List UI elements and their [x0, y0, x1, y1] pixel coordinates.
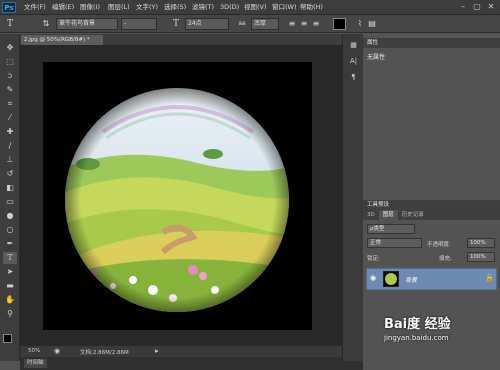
opacity-input[interactable]: 100%: [467, 238, 495, 248]
warp-text-icon[interactable]: ⌇: [354, 18, 366, 30]
clone-stamp-tool-icon[interactable]: ⊥: [3, 154, 17, 166]
font-size-icon: T: [172, 19, 179, 29]
watermark-cn: 经验: [424, 317, 451, 332]
layers-tabs: 3D 图层 历史记录: [363, 210, 500, 220]
timeline-tab[interactable]: 时间轴: [24, 359, 47, 368]
status-arrow-icon[interactable]: ▸: [155, 347, 159, 355]
text-color-swatch[interactable]: [333, 18, 346, 30]
layer-thumbnail: [383, 271, 399, 287]
options-bar: T ⇅ 革牛花鸟背景 - T 24点 aa 浑厚 ≡ ≡ ≡ ⌇ ▤: [0, 15, 500, 33]
blend-mode-select[interactable]: 正常: [367, 238, 422, 248]
dodge-tool-icon[interactable]: ○: [3, 224, 17, 236]
layer-row-background[interactable]: ◉ 背景 🔒: [366, 268, 497, 290]
gradient-tool-icon[interactable]: ▭: [3, 196, 17, 208]
lock-label: 锁定:: [367, 256, 380, 262]
layer-kind-filter[interactable]: ρ类型: [367, 224, 415, 234]
minimize-button[interactable]: –: [458, 2, 468, 12]
type-tool-icon-selected[interactable]: T: [3, 252, 17, 264]
character-panel-icon[interactable]: A|: [348, 56, 359, 67]
properties-title: 属性: [363, 38, 500, 48]
menu-bar: Ps 文件(F) 编辑(E) 图像(I) 图层(L) 文字(Y) 选择(S) 滤…: [0, 0, 500, 15]
healing-brush-tool-icon[interactable]: ✚: [3, 126, 17, 138]
foreground-color-swatch[interactable]: [3, 334, 12, 343]
history-panel-icon[interactable]: ▦: [348, 40, 359, 51]
baidu-jingyan-watermark: Bai度 经验 jingyan.baidu.com: [384, 313, 496, 361]
fill-input[interactable]: 100%: [467, 252, 495, 262]
path-select-tool-icon[interactable]: ➤: [3, 266, 17, 278]
blur-tool-icon[interactable]: ●: [3, 210, 17, 222]
close-button[interactable]: ✕: [486, 2, 496, 12]
crop-tool-icon[interactable]: ⌗: [3, 98, 17, 110]
menu-type[interactable]: 文字(Y): [136, 2, 158, 13]
history-brush-tool-icon[interactable]: ↺: [3, 168, 17, 180]
align-right-icon[interactable]: ≡: [310, 18, 322, 30]
menu-view[interactable]: 视图(V): [244, 2, 267, 13]
tab-3d[interactable]: 3D: [363, 210, 379, 220]
marquee-tool-icon[interactable]: ⬚: [3, 56, 17, 68]
maximize-button[interactable]: ▢: [472, 2, 482, 12]
lasso-tool-icon[interactable]: ↄ: [3, 70, 17, 82]
tools-panel: ✥ ⬚ ↄ ✎ ⌗ ⁄ ✚ ∕ ⊥ ↺ ◧ ▭ ● ○ ✒ T ➤ ▬ ✋ ⚲: [0, 34, 20, 361]
status-menu-icon[interactable]: ◉: [54, 347, 60, 355]
menu-help[interactable]: 帮助(H): [300, 2, 323, 13]
move-tool-icon[interactable]: ✥: [3, 42, 17, 54]
antialias-icon: aa: [238, 20, 246, 27]
opacity-label: 不透明度:: [427, 242, 451, 248]
properties-panel: 属性 无属性: [363, 38, 500, 197]
layer-name[interactable]: 背景: [405, 275, 417, 284]
canvas-artwork: [43, 62, 312, 330]
type-tool-icon[interactable]: T: [4, 18, 16, 30]
zoom-tool-icon[interactable]: ⚲: [3, 308, 17, 320]
watermark-brand: Bai度: [384, 317, 421, 332]
paragraph-panel-icon[interactable]: ¶: [348, 72, 359, 83]
hand-tool-icon[interactable]: ✋: [3, 294, 17, 306]
tab-history[interactable]: 历史记录: [398, 210, 428, 220]
menu-image[interactable]: 图像(I): [80, 2, 100, 13]
panel-icon-strip: ▦ A| ¶: [342, 34, 363, 361]
menu-window[interactable]: 窗口(W): [272, 2, 297, 13]
brush-tool-icon[interactable]: ∕: [3, 140, 17, 152]
font-style-select[interactable]: -: [121, 18, 157, 30]
menu-edit[interactable]: 编辑(E): [52, 2, 74, 13]
eraser-tool-icon[interactable]: ◧: [3, 182, 17, 194]
eyedropper-tool-icon[interactable]: ⁄: [3, 112, 17, 124]
layer-lock-icon: 🔒: [485, 274, 494, 282]
menu-layer[interactable]: 图层(L): [108, 2, 130, 13]
tool-presets-header: 工具预设: [363, 200, 500, 210]
watermark-url: jingyan.baidu.com: [384, 334, 449, 342]
fill-label: 填充:: [439, 256, 452, 262]
font-family-select[interactable]: 革牛花鸟背景: [56, 18, 118, 30]
visibility-eye-icon[interactable]: ◉: [370, 274, 376, 282]
document-canvas[interactable]: [43, 62, 312, 330]
character-panel-icon[interactable]: ▤: [366, 18, 378, 30]
status-bar: 50% ◉ 文档:2.86M/2.86M ▸: [20, 345, 342, 357]
quick-select-tool-icon[interactable]: ✎: [3, 84, 17, 96]
document-size-info: 文档:2.86M/2.86M: [80, 350, 129, 356]
menu-file[interactable]: 文件(F): [24, 2, 46, 13]
align-left-icon[interactable]: ≡: [286, 18, 298, 30]
tab-layers[interactable]: 图层: [378, 210, 398, 220]
menu-filter[interactable]: 滤镜(T): [192, 2, 214, 13]
align-center-icon[interactable]: ≡: [298, 18, 310, 30]
app-logo: Ps: [2, 2, 16, 13]
antialias-select[interactable]: 浑厚: [251, 18, 279, 30]
menu-select[interactable]: 选择(S): [164, 2, 186, 13]
menu-3d[interactable]: 3D(D): [220, 2, 239, 13]
rectangle-tool-icon[interactable]: ▬: [3, 280, 17, 292]
properties-content: 无属性: [367, 54, 386, 61]
font-size-select[interactable]: 24点: [185, 18, 229, 30]
toggle-orientation-icon[interactable]: ⇅: [40, 18, 52, 30]
document-tab[interactable]: 2.jpg @ 50%(RGB/8#) *: [21, 35, 103, 45]
pen-tool-icon[interactable]: ✒: [3, 238, 17, 250]
zoom-level[interactable]: 50%: [28, 348, 40, 354]
